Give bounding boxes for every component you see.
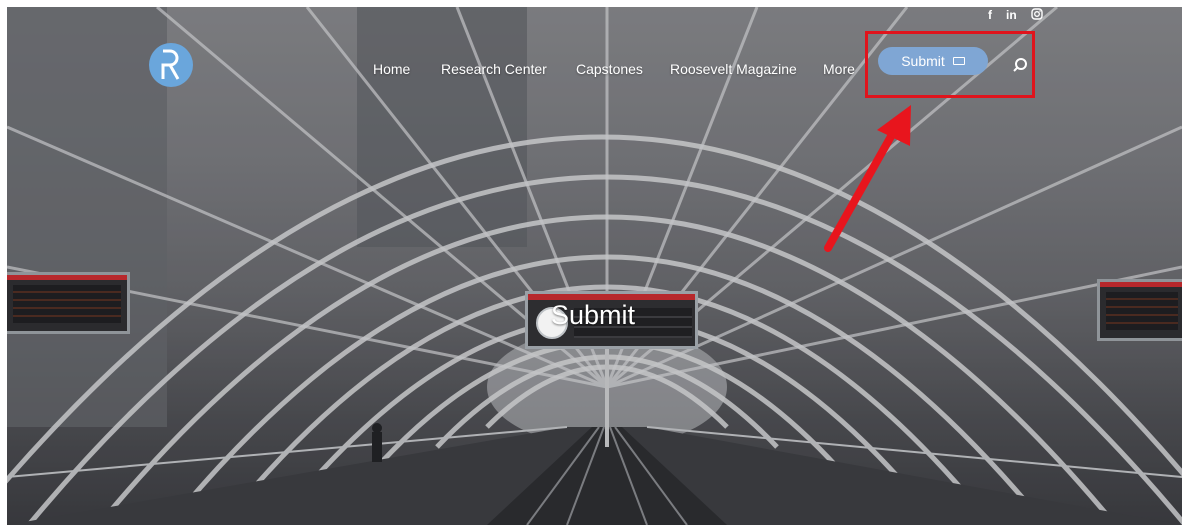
instagram-icon[interactable] [1030,8,1043,23]
facebook-icon[interactable]: f [988,8,992,23]
linkedin-icon[interactable]: in [1006,8,1017,23]
nav-more[interactable]: More [823,61,855,77]
social-links: f in [988,8,1043,23]
annotation-highlight-box [865,31,1035,98]
nav-home[interactable]: Home [373,61,410,77]
nav-research-center[interactable]: Research Center [441,61,547,77]
departure-board-left [7,272,130,334]
nav-capstones[interactable]: Capstones [576,61,643,77]
roosevelt-r-logo-icon [161,49,180,80]
roosevelt-logo[interactable] [149,43,193,87]
departure-board-right [1097,279,1182,341]
page-title: Submit [551,300,636,330]
nav-roosevelt-magazine[interactable]: Roosevelt Magazine [670,61,797,77]
annotation-arrow-icon [824,105,911,252]
